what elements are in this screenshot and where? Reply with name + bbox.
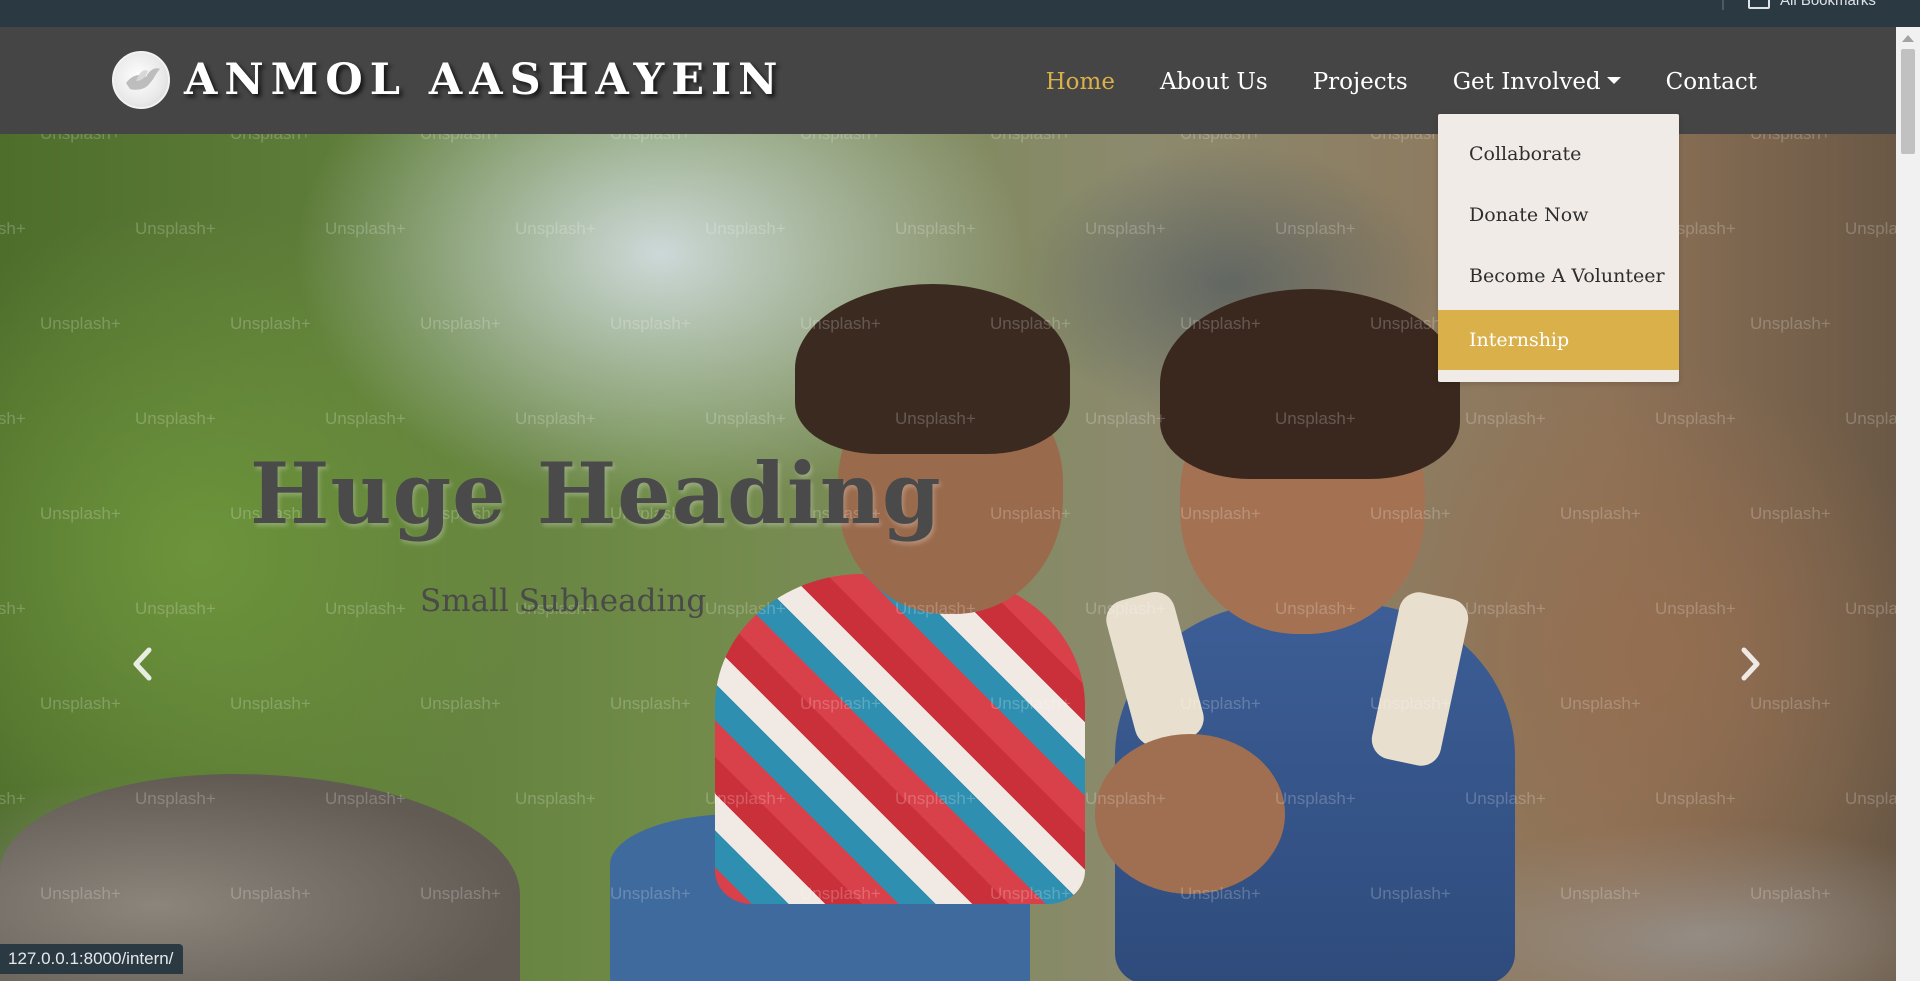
hero-heading: Huge Heading [250, 444, 942, 543]
folder-icon [1748, 0, 1770, 9]
nav-get-involved-label: Get Involved [1452, 69, 1601, 95]
bookmarks-divider [1722, 0, 1724, 10]
all-bookmarks-button[interactable]: All Bookmarks [1748, 0, 1876, 9]
hero-subheading: Small Subheading [420, 583, 707, 619]
dove-logo-icon [112, 51, 170, 109]
caret-down-icon [1606, 76, 1621, 84]
nav-about-us[interactable]: About Us [1160, 69, 1268, 95]
all-bookmarks-label: All Bookmarks [1780, 0, 1876, 9]
chevron-left-icon [133, 647, 152, 681]
dropdown-item-internship[interactable]: Internship [1438, 310, 1679, 370]
scroll-up-arrow-icon[interactable] [1902, 35, 1914, 42]
browser-viewport: All Bookmarks Unsplash+Unsplash+Unsplash… [0, 0, 1920, 981]
child-right-hair [1160, 289, 1460, 479]
brand-name: ANMOL AASHAYEIN [184, 55, 785, 105]
chevron-right-icon [1741, 647, 1760, 681]
brand-link[interactable]: ANMOL AASHAYEIN [112, 51, 784, 109]
nav-contact[interactable]: Contact [1666, 69, 1757, 95]
child-left-shirt [715, 574, 1085, 904]
nav-projects[interactable]: Projects [1313, 69, 1408, 95]
dropdown-item-collaborate[interactable]: Collaborate [1438, 124, 1679, 184]
carousel-next-button[interactable] [1735, 639, 1767, 689]
dropdown-item-donate-now[interactable]: Donate Now [1438, 185, 1679, 245]
child-left-hair [795, 284, 1070, 454]
link-status-bar: 127.0.0.1:8000/intern/ [0, 944, 184, 974]
nav-links: Home About Us Projects Get Involved Cont… [1001, 69, 1757, 95]
scrollbar-thumb[interactable] [1901, 49, 1915, 154]
vertical-scrollbar[interactable] [1896, 27, 1920, 981]
get-involved-dropdown-menu: Collaborate Donate Now Become A Voluntee… [1438, 114, 1679, 382]
carousel-prev-button[interactable] [126, 639, 158, 689]
nav-home[interactable]: Home [1046, 69, 1115, 95]
bookmarks-bar: All Bookmarks [0, 0, 1920, 27]
child-right-hands [1095, 734, 1285, 894]
dropdown-item-become-a-volunteer[interactable]: Become A Volunteer [1438, 246, 1679, 306]
nav-get-involved[interactable]: Get Involved [1453, 69, 1621, 95]
